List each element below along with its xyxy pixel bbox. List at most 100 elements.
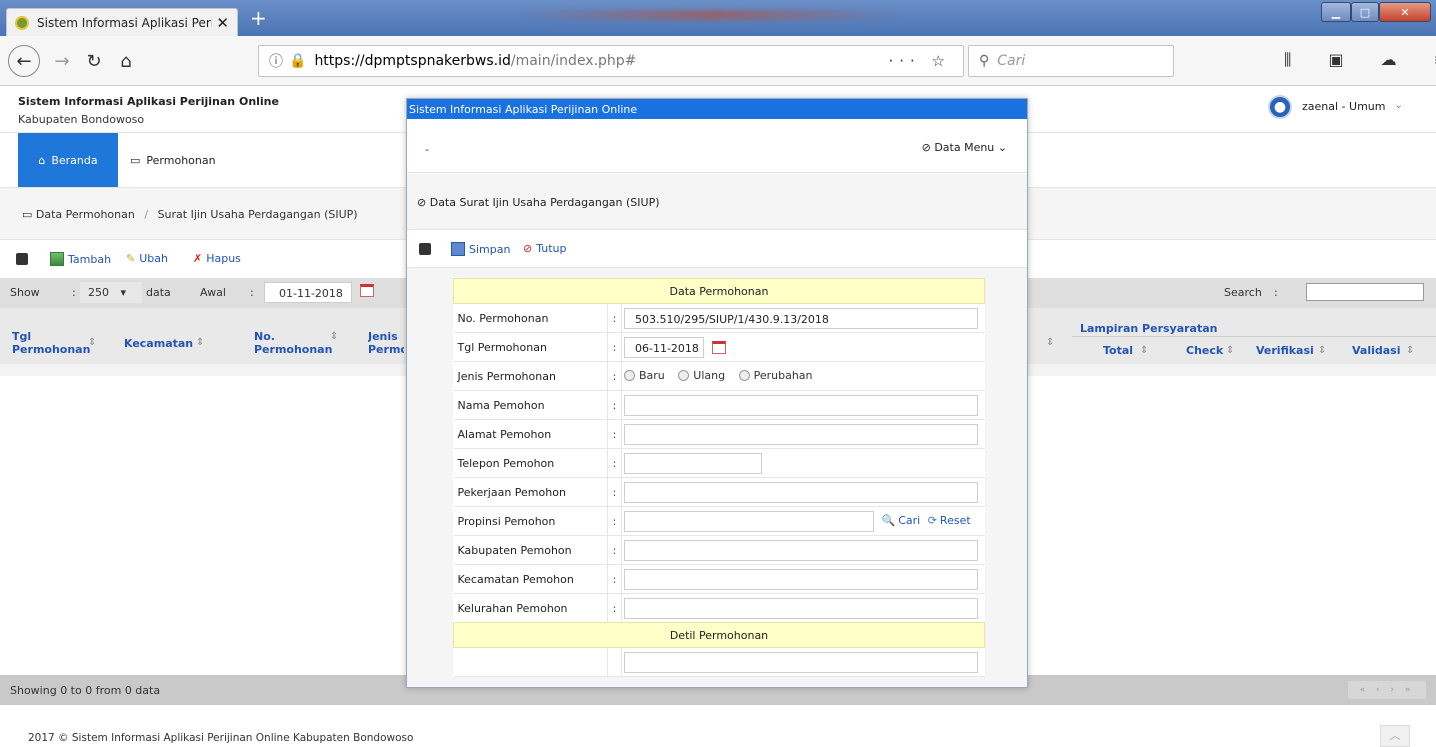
sort-icon[interactable]: ⇕ [1318, 345, 1326, 356]
detil-input[interactable] [624, 651, 978, 673]
sort-icon[interactable]: ⇕ [330, 331, 338, 342]
col-check[interactable]: Check [1186, 344, 1223, 357]
avatar[interactable]: ● [1268, 95, 1292, 119]
form-row: Propinsi Pemohon : 🔍 Cari ⟳ Reset [453, 506, 985, 536]
page-actions-icon[interactable]: ··· ☆ [888, 52, 951, 70]
kecamatan-pemohon-input[interactable] [624, 568, 978, 590]
refresh-icon: ⟳ [927, 514, 937, 527]
info-icon[interactable]: ⓘ [269, 51, 283, 71]
cari-label: Cari [898, 514, 921, 527]
calendar-icon[interactable] [360, 284, 374, 297]
sort-icon[interactable]: ⇕ [1046, 337, 1054, 348]
site-favicon-icon [15, 15, 29, 30]
toggle-icon[interactable] [16, 253, 28, 265]
sort-icon[interactable]: ⇕ [1226, 345, 1234, 356]
data-menu-label: Data Menu [934, 141, 995, 154]
close-tab-icon[interactable]: ✕ [216, 14, 229, 32]
scroll-top-button[interactable]: ︿ [1380, 725, 1410, 747]
close-window-button[interactable]: ✕ [1379, 2, 1431, 22]
col-lampiran-persyaratan: Lampiran Persyaratan [1080, 322, 1218, 335]
calendar-icon[interactable] [711, 340, 726, 354]
dialog-header: - ⊘ Data Menu ⌄ [407, 119, 1027, 173]
col-tgl-permohonan[interactable]: Tgl Permohonan [12, 330, 90, 356]
col-jenis[interactable]: Jenis Permo [368, 330, 404, 356]
copyright: 2017 © Sistem Informasi Aplikasi Perijin… [28, 732, 414, 744]
data-menu-dropdown[interactable]: ⊘ Data Menu ⌄ [922, 141, 1007, 154]
label-empty [453, 647, 608, 677]
chevron-down-icon[interactable]: ⌄ [1394, 98, 1403, 111]
breadcrumb-root[interactable]: Data Permohonan [36, 208, 135, 221]
back-icon[interactable]: ← [8, 45, 40, 77]
radio-baru[interactable]: Baru [624, 369, 665, 382]
record-count: Showing 0 to 0 from 0 data [10, 684, 161, 697]
col-total[interactable]: Total [1103, 344, 1133, 357]
radio-icon [738, 369, 750, 381]
label-tgl-permohonan: Tgl Permohonan [453, 332, 608, 362]
form-row [453, 647, 985, 677]
colon: : [72, 286, 76, 299]
form-row: Jenis Permohonan : Baru Ulang Perubahan [453, 361, 985, 391]
reset-button[interactable]: ⟳ Reset [928, 514, 971, 527]
col-no-permohonan[interactable]: No. Permohonan [254, 330, 332, 356]
table-search-input[interactable] [1306, 283, 1424, 301]
awal-date-input[interactable]: 01-11-2018 [264, 282, 352, 303]
tutup-button[interactable]: ⊘ Tutup [523, 242, 567, 255]
label-no-permohonan: No. Permohonan [453, 303, 608, 333]
search-input[interactable]: ⚲ Cari [968, 45, 1174, 77]
menu-item-permohonan[interactable]: ▭ Permohonan [130, 133, 216, 187]
cari-button[interactable]: 🔍 Cari [882, 514, 921, 527]
sort-icon[interactable]: ⇕ [1140, 345, 1148, 356]
forward-icon[interactable]: → [46, 45, 78, 77]
sort-icon[interactable]: ⇕ [1406, 345, 1414, 356]
app-title: Sistem Informasi Aplikasi Perijinan Onli… [18, 95, 279, 108]
label-pekerjaan-pemohon: Pekerjaan Pemohon [453, 477, 608, 507]
browser-tab[interactable]: Sistem Informasi Aplikasi Perijin ✕ [6, 8, 238, 36]
nama-pemohon-input[interactable] [624, 394, 978, 416]
add-icon [50, 252, 64, 266]
tambah-button[interactable]: Tambah [50, 252, 111, 266]
minimize-button[interactable]: ▁ [1321, 2, 1351, 22]
propinsi-pemohon-input[interactable] [624, 510, 874, 532]
dialog-subtitle-text: Data Surat Ijin Usaha Perdagangan (SIUP) [429, 196, 660, 209]
radio-ulang[interactable]: Ulang [678, 369, 725, 382]
hapus-button[interactable]: ✗ Hapus [193, 252, 241, 265]
col-kecamatan[interactable]: Kecamatan [124, 337, 193, 350]
hapus-label: Hapus [206, 252, 241, 265]
col-validasi[interactable]: Validasi [1352, 344, 1401, 357]
show-select[interactable]: 250 ▾ [80, 282, 142, 303]
sort-icon[interactable]: ⇕ [196, 337, 204, 348]
menu-item-beranda[interactable]: ⌂ Beranda [18, 133, 118, 187]
label-propinsi-pemohon: Propinsi Pemohon [453, 506, 608, 536]
toolbar-icons[interactable]: ⫼ ▣ ☁ ≡ [1284, 50, 1436, 70]
radio-icon [624, 369, 635, 381]
radio-perubahan[interactable]: Perubahan [738, 369, 813, 382]
telepon-pemohon-input[interactable] [624, 452, 762, 474]
colon: : [607, 390, 622, 420]
pencil-icon: ✎ [126, 252, 136, 265]
kelurahan-pemohon-input[interactable] [624, 597, 978, 619]
section-data-permohonan: Data Permohonan [453, 278, 985, 304]
pagination[interactable]: « ‹ › » [1348, 681, 1426, 699]
alamat-pemohon-input[interactable] [624, 423, 978, 445]
new-tab-icon[interactable]: + [250, 8, 267, 28]
ubah-button[interactable]: ✎ Ubah [126, 252, 168, 265]
toggle-icon[interactable] [419, 243, 431, 255]
home-icon: ⌂ [38, 153, 46, 167]
simpan-button[interactable]: Simpan [451, 242, 510, 256]
save-icon [451, 242, 465, 256]
colon: : [607, 361, 622, 391]
home-icon[interactable]: ⌂ [110, 45, 142, 77]
kabupaten-pemohon-input[interactable] [624, 539, 978, 561]
pekerjaan-pemohon-input[interactable] [624, 481, 978, 503]
reload-icon[interactable]: ↻ [78, 45, 110, 77]
sort-icon[interactable]: ⇕ [88, 337, 96, 348]
tgl-permohonan-input[interactable]: 06-11-2018 [624, 336, 704, 358]
search-placeholder: Cari [997, 53, 1026, 69]
user-name[interactable]: zaenal - Umum [1302, 100, 1385, 113]
maximize-button[interactable]: □ [1351, 2, 1379, 22]
show-label: Show [10, 286, 40, 299]
no-permohonan-input[interactable]: 503.510/295/SIUP/1/430.9.13/2018 [624, 307, 978, 329]
col-verifikasi[interactable]: Verifikasi [1256, 344, 1314, 357]
address-bar[interactable]: ⓘ 🔒 https://dpmptspnakerbws.id/main/inde… [258, 45, 964, 77]
check-circle-icon: ⊘ [417, 196, 427, 209]
